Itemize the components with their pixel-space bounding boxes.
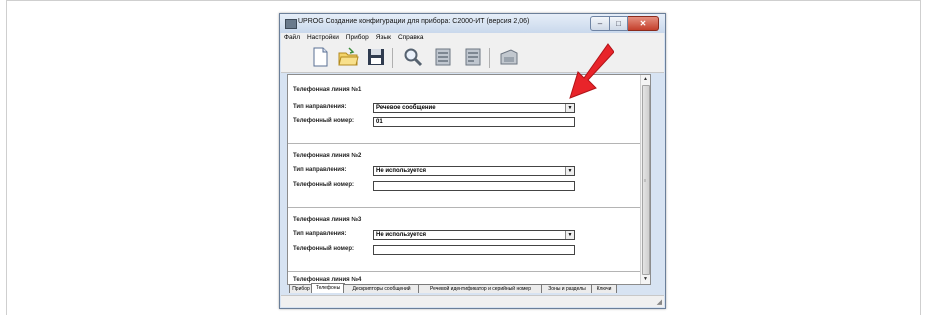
direction-type-label: Тип направления: bbox=[293, 167, 347, 173]
direction-type-label: Тип направления: bbox=[293, 231, 347, 237]
tab-phones[interactable]: Телефоны bbox=[311, 283, 345, 293]
phone-lines-panel: Телефонная линия №1 Тип направления: Реч… bbox=[287, 74, 651, 285]
red-annotation-arrow-icon bbox=[569, 43, 614, 99]
phone-line-2-number-input[interactable] bbox=[373, 181, 575, 191]
title-bar[interactable]: UPROG Создание конфигурации для прибора:… bbox=[280, 14, 665, 33]
phone-line-2-direction-select[interactable]: Не используется ▼ bbox=[373, 166, 575, 176]
tab-keys[interactable]: Ключи bbox=[591, 284, 617, 293]
phone-number-label: Телефонный номер: bbox=[293, 118, 354, 124]
phone-line-3-direction-select[interactable]: Не используется ▼ bbox=[373, 230, 575, 240]
tab-device[interactable]: Прибор bbox=[289, 284, 313, 293]
minimize-button[interactable]: – bbox=[590, 16, 610, 31]
tab-zones-sections[interactable]: Зоны и разделы bbox=[541, 284, 593, 293]
phone-line-3-direction-value: Не используется bbox=[376, 232, 427, 238]
close-button[interactable]: ✕ bbox=[628, 16, 659, 31]
maximize-button[interactable]: □ bbox=[610, 16, 628, 31]
read-device-icon[interactable] bbox=[432, 46, 454, 68]
phone-line-2-title: Телефонная линия №2 bbox=[293, 153, 362, 159]
toolbar-separator bbox=[489, 48, 490, 68]
phone-line-1-direction-select[interactable]: Речевое сообщение ▼ bbox=[373, 103, 575, 113]
phone-number-label: Телефонный номер: bbox=[293, 182, 354, 188]
scroll-down-arrow-icon[interactable]: ▼ bbox=[641, 275, 650, 284]
toolbar-separator bbox=[392, 48, 393, 68]
menu-settings[interactable]: Настройки bbox=[307, 33, 339, 43]
status-bar: ◢ bbox=[281, 295, 664, 307]
save-floppy-icon[interactable] bbox=[365, 46, 387, 68]
device-card-icon[interactable] bbox=[498, 46, 520, 68]
page-frame-right bbox=[920, 0, 921, 315]
scroll-grip-icon: ≡ bbox=[643, 178, 647, 183]
phone-line-3-title: Телефонная линия №3 bbox=[293, 217, 362, 223]
tab-message-descriptors[interactable]: Дескрипторы сообщений bbox=[343, 284, 420, 293]
scroll-up-arrow-icon[interactable]: ▲ bbox=[641, 75, 650, 84]
open-folder-icon[interactable] bbox=[337, 46, 359, 68]
chevron-down-icon[interactable]: ▼ bbox=[565, 104, 574, 112]
page-frame-left bbox=[6, 0, 7, 315]
window-controls: – □ ✕ bbox=[590, 16, 659, 31]
tab-voice-id-serial[interactable]: Речевой идентификатор и серийный номер bbox=[418, 284, 543, 293]
phone-line-2-direction-value: Не используется bbox=[376, 168, 427, 174]
phone-line-1-direction-value: Речевое сообщение bbox=[376, 105, 436, 111]
new-document-icon[interactable] bbox=[309, 46, 331, 68]
phone-line-2-group: Телефонная линия №2 Тип направления: Не … bbox=[288, 143, 650, 197]
menu-language[interactable]: Язык bbox=[376, 33, 391, 43]
window-title: UPROG Создание конфигурации для прибора:… bbox=[298, 18, 530, 25]
resize-grip-icon[interactable]: ◢ bbox=[657, 298, 662, 306]
chevron-down-icon[interactable]: ▼ bbox=[565, 231, 574, 239]
chevron-down-icon[interactable]: ▼ bbox=[565, 167, 574, 175]
menu-help[interactable]: Справка bbox=[398, 33, 424, 43]
write-device-icon[interactable] bbox=[462, 46, 484, 68]
app-icon bbox=[285, 19, 297, 29]
menu-device[interactable]: Прибор bbox=[346, 33, 369, 43]
page-frame-top bbox=[6, 0, 921, 1]
vertical-scrollbar[interactable]: ▲ ≡ ▼ bbox=[640, 75, 650, 284]
phone-line-1-title: Телефонная линия №1 bbox=[293, 87, 362, 93]
phone-line-3-group: Телефонная линия №3 Тип направления: Не … bbox=[288, 207, 650, 261]
search-magnifier-icon[interactable] bbox=[402, 46, 424, 68]
direction-type-label: Тип направления: bbox=[293, 104, 347, 110]
phone-number-label: Телефонный номер: bbox=[293, 246, 354, 252]
phone-line-3-number-input[interactable] bbox=[373, 245, 575, 255]
phone-line-1-number-input[interactable]: 01 bbox=[373, 117, 575, 127]
phone-line-1-number-value: 01 bbox=[376, 119, 383, 125]
menu-file[interactable]: Файл bbox=[284, 33, 300, 43]
tab-strip: Прибор Телефоны Дескрипторы сообщений Ре… bbox=[287, 283, 649, 293]
